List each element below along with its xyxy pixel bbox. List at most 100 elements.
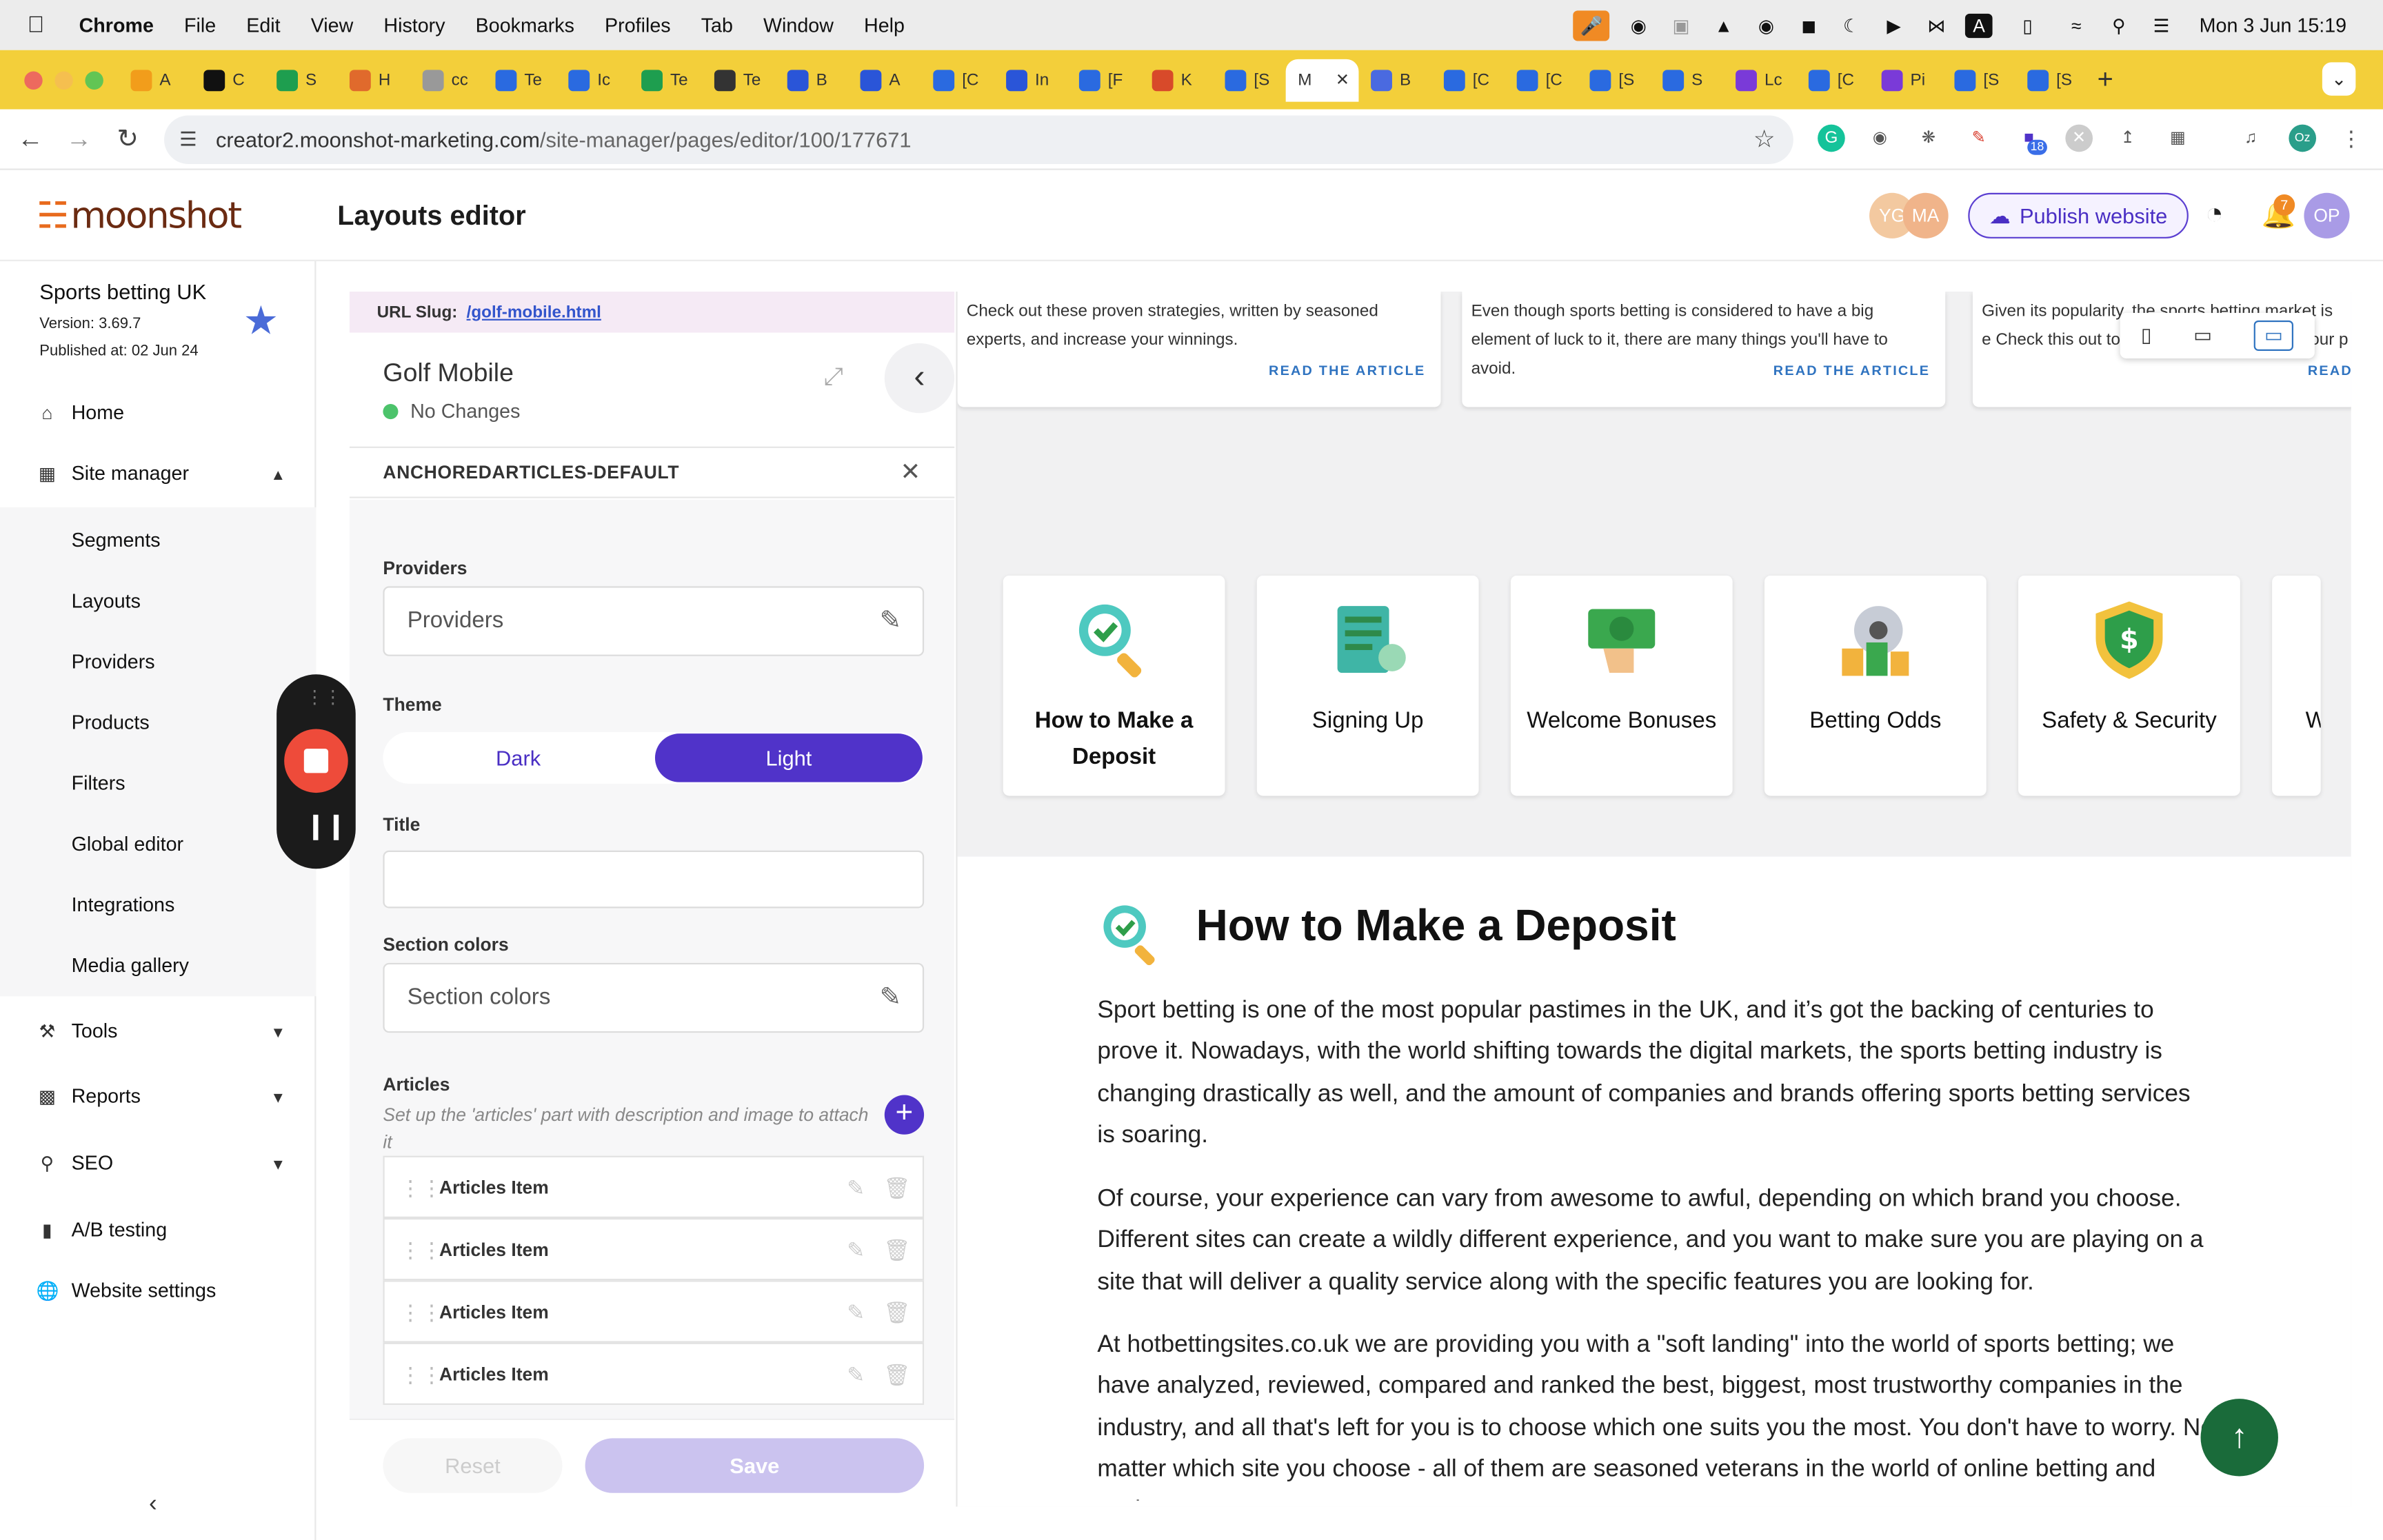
browser-tab[interactable]: [C xyxy=(1431,59,1505,101)
menu-window[interactable]: Window xyxy=(763,14,834,37)
read-article-link[interactable]: READ xyxy=(2308,357,2351,386)
back-icon[interactable]: ← xyxy=(12,124,49,154)
extension-icon-2[interactable]: ◉ xyxy=(1867,125,1894,152)
article-card[interactable]: Even though sports betting is considered… xyxy=(1462,292,1946,407)
browser-tab[interactable]: Ic xyxy=(556,59,630,101)
browser-tab[interactable]: [C xyxy=(921,59,994,101)
sidebar-item-global-editor[interactable]: Global editor xyxy=(72,832,183,855)
wifi-icon[interactable]: ≈ xyxy=(2062,13,2090,37)
topic-card[interactable]: Betting Odds xyxy=(1764,576,1987,796)
trash-icon[interactable]: 🗑 xyxy=(883,1344,910,1405)
menu-view[interactable]: View xyxy=(311,14,354,37)
title-input[interactable] xyxy=(383,850,925,909)
sidebar-item-products[interactable]: Products xyxy=(72,711,150,733)
sidebar-item-providers[interactable]: Providers xyxy=(72,650,155,673)
avatar-ma[interactable]: MA xyxy=(1902,192,1949,239)
section-colors-field[interactable]: Section colors ✎ xyxy=(383,962,925,1033)
tablet-view-icon[interactable]: ▭ xyxy=(2193,323,2212,347)
browser-tab[interactable]: A xyxy=(848,59,921,101)
browser-tab[interactable]: cc xyxy=(410,59,483,101)
drag-handle-icon[interactable]: ⋮⋮ xyxy=(400,1344,443,1405)
chevron-down-icon[interactable]: ▼ xyxy=(270,1157,285,1174)
sidebar-item-tools[interactable]: ⚒ Tools xyxy=(37,1019,117,1042)
browser-tab[interactable]: [F xyxy=(1067,59,1140,101)
browser-tab[interactable]: [S xyxy=(1213,59,1286,101)
articles-item-row[interactable]: ⋮⋮ Articles Item ✎ 🗑 xyxy=(383,1217,925,1281)
drag-handle-icon[interactable]: ⋮⋮ xyxy=(400,1157,443,1218)
browser-tab[interactable]: B xyxy=(775,59,848,101)
browser-tab[interactable]: [C xyxy=(1796,59,1869,101)
trash-icon[interactable]: 🗑 xyxy=(883,1219,910,1280)
browser-tab[interactable]: In xyxy=(994,59,1067,101)
url-bar[interactable]: ☰ creator2.moonshot-marketing.com/site-m… xyxy=(164,115,1793,164)
stop-recording-button[interactable] xyxy=(284,729,348,793)
expand-icon[interactable]: ⤢ xyxy=(824,365,843,392)
browser-tab[interactable]: Te xyxy=(702,59,775,101)
extension-icon-7[interactable]: ↥ xyxy=(2114,125,2142,152)
apple-icon[interactable]:  xyxy=(28,12,58,38)
grammarly-ext-icon[interactable]: G xyxy=(1818,124,1845,152)
publish-website-button[interactable]: ☁ Publish website xyxy=(1968,192,2189,239)
grammarly-icon[interactable]: ◉ xyxy=(1753,13,1780,37)
pause-icon[interactable]: ❙❙ xyxy=(305,811,346,842)
menu-tab[interactable]: Tab xyxy=(701,14,733,37)
new-tab-button[interactable]: + xyxy=(2098,64,2113,96)
profile-avatar[interactable]: Oz xyxy=(2289,124,2317,152)
bookmark-star-icon[interactable]: ☆ xyxy=(1753,125,1776,155)
topic-card[interactable]: W xyxy=(2272,576,2321,796)
sidebar-item-site-manager[interactable]: ▦ Site manager xyxy=(37,462,189,485)
sidebar-item-integrations[interactable]: Integrations xyxy=(72,893,175,915)
browser-tab[interactable]: Te xyxy=(483,59,556,101)
save-button[interactable]: Save xyxy=(585,1438,925,1493)
browser-tab[interactable]: Lc xyxy=(1723,59,1796,101)
drive-icon[interactable]: ▲ xyxy=(1710,13,1738,37)
window-icon[interactable]: ▣ xyxy=(1667,13,1695,37)
site-info-icon[interactable]: ☰ xyxy=(179,128,197,152)
search-app-icon[interactable]: ◉ xyxy=(1625,13,1652,37)
chevron-down-icon[interactable]: ▼ xyxy=(270,1025,285,1042)
moon-icon[interactable]: ☾ xyxy=(1838,13,1865,37)
browser-tab[interactable]: H xyxy=(337,59,410,101)
media-icon[interactable]: ♫ xyxy=(2237,125,2264,152)
bluetooth-icon[interactable]: ⋈ xyxy=(1922,13,1950,37)
sidebar-item-seo[interactable]: ⚲ SEO xyxy=(37,1151,114,1174)
menu-bookmarks[interactable]: Bookmarks xyxy=(476,14,574,37)
browser-tab[interactable]: C xyxy=(192,59,265,101)
menu-history[interactable]: History xyxy=(383,14,445,37)
sidebar-item-segments[interactable]: Segments xyxy=(72,529,161,551)
chevron-down-icon[interactable]: ▼ xyxy=(270,1091,285,1107)
browser-tab[interactable]: B xyxy=(1358,59,1431,101)
browser-tab[interactable]: A xyxy=(119,59,192,101)
menu-file[interactable]: File xyxy=(184,14,216,37)
browser-tab[interactable]: M ✕ xyxy=(1285,58,1359,101)
extension-badge-icon[interactable]: ■ 18 xyxy=(2015,125,2047,155)
theme-light-option[interactable]: Light xyxy=(654,733,923,782)
sidebar-item-layouts[interactable]: Layouts xyxy=(72,589,141,612)
theme-dark-option[interactable]: Dark xyxy=(385,733,652,782)
drag-handle-icon[interactable]: ⋮⋮ xyxy=(400,1219,443,1280)
read-article-link[interactable]: READ THE ARTICLE xyxy=(1269,357,1425,386)
browser-tab[interactable]: S xyxy=(1651,59,1724,101)
browser-tab[interactable]: [C xyxy=(1505,59,1578,101)
sidebar-item-home[interactable]: ⌂ Home xyxy=(37,401,124,424)
topic-card[interactable]: $ Safety & Security xyxy=(2018,576,2240,796)
desktop-view-icon[interactable]: ▭ xyxy=(2253,320,2294,351)
sidebar-item-media-gallery[interactable]: Media gallery xyxy=(72,954,189,977)
edit-pencil-icon[interactable]: ✎ xyxy=(847,1219,865,1280)
browser-tab[interactable]: S xyxy=(265,59,338,101)
drag-handle-icon[interactable]: ⋮⋮ xyxy=(400,1282,443,1343)
scroll-to-top-button[interactable]: ↑ xyxy=(2200,1399,2278,1477)
tab-search-icon[interactable]: ⌄ xyxy=(2322,62,2356,96)
collapse-panel-button[interactable]: ‹ xyxy=(884,343,955,414)
close-tab-icon[interactable]: ✕ xyxy=(1336,70,1349,90)
battery-icon[interactable]: ▯ xyxy=(2008,13,2047,37)
extension-icon-3[interactable]: ❋ xyxy=(1915,125,1942,152)
menu-clock[interactable]: Mon 3 Jun 15:19 xyxy=(2200,14,2346,37)
parking-icon[interactable]: ◼ xyxy=(1795,13,1822,37)
close-window-button[interactable] xyxy=(24,70,43,89)
edit-pencil-icon[interactable]: ✎ xyxy=(847,1157,865,1218)
extensions-puzzle-icon[interactable]: ▦ xyxy=(2164,125,2192,152)
forward-icon[interactable]: → xyxy=(61,124,97,154)
sidebar-item-ab-testing[interactable]: ▮ A/B testing xyxy=(37,1218,167,1241)
articles-item-row[interactable]: ⋮⋮ Articles Item ✎ 🗑 xyxy=(383,1155,925,1218)
